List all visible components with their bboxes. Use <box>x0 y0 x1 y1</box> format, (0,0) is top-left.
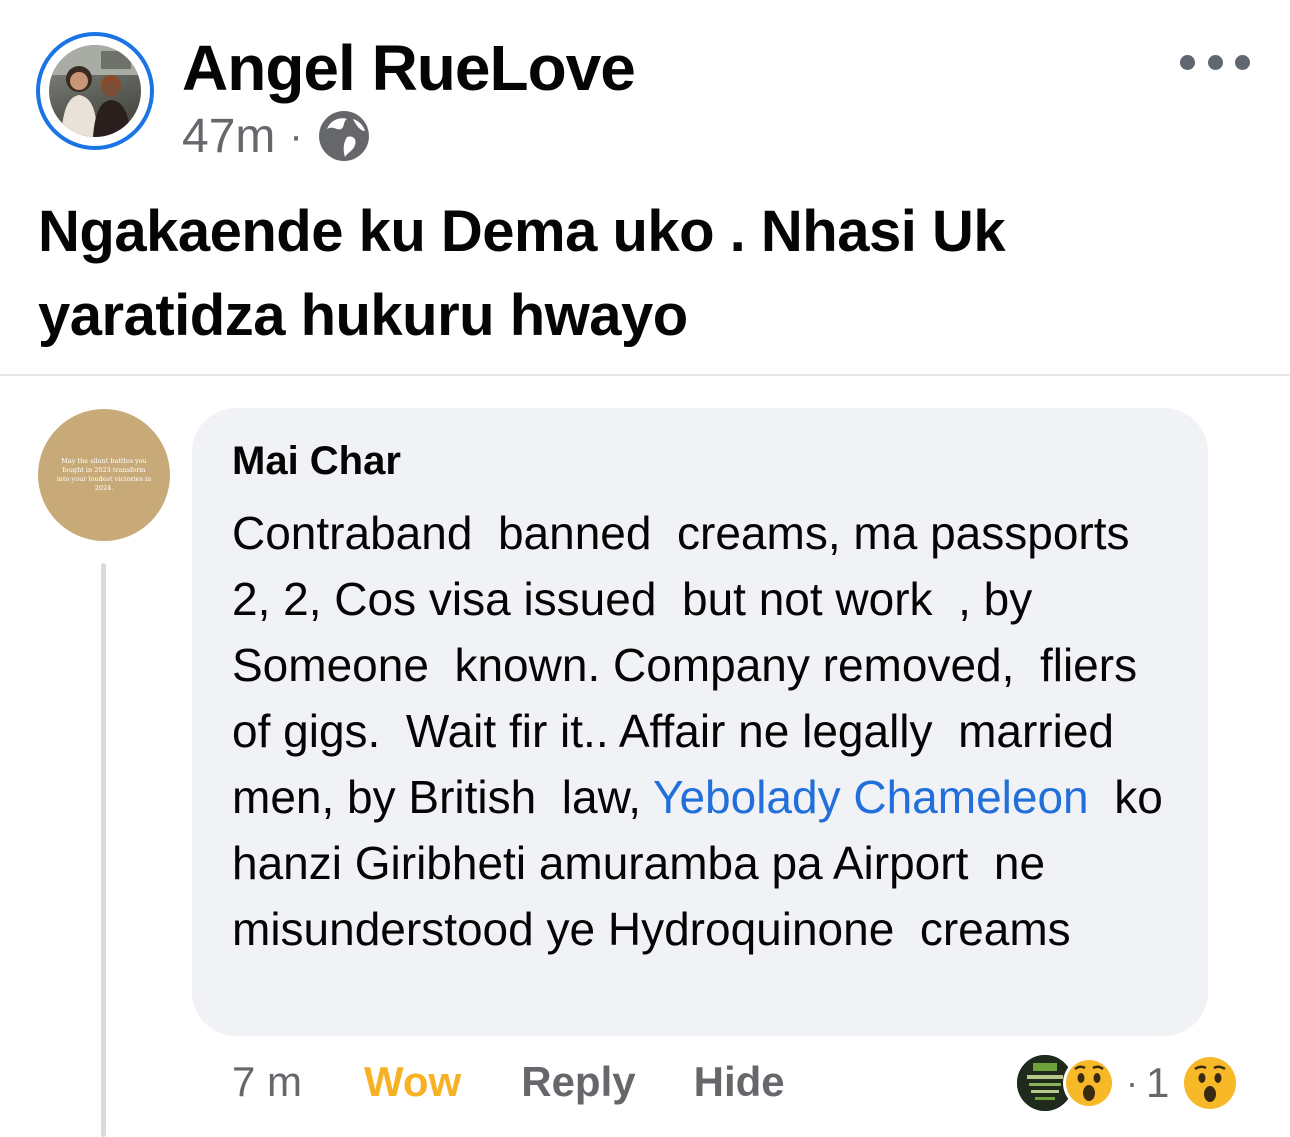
reaction-separator: · <box>1126 1062 1138 1103</box>
post-text: Ngakaende ku Dema uko . Nhasi Uk yaratid… <box>38 199 1006 348</box>
more-options-icon[interactable] <box>1180 44 1250 80</box>
reply-button[interactable]: Reply <box>521 1058 635 1106</box>
avatar-quote-text: May the silent battles you fought in 202… <box>56 457 152 492</box>
commenter-name[interactable]: Mai Char <box>232 438 1168 484</box>
divider <box>0 374 1290 376</box>
reaction-count: 1 <box>1146 1059 1170 1106</box>
wow-reaction-button[interactable]: Wow <box>364 1058 461 1106</box>
post-time[interactable]: 47m <box>182 109 275 164</box>
thread-line <box>101 563 106 1137</box>
mention-link[interactable]: Yebolady Chameleon <box>653 771 1089 823</box>
comment-bubble: Mai Char Contraband banned creams, ma pa… <box>192 408 1208 1036</box>
commenter-avatar[interactable]: May the silent battles you fought in 202… <box>38 409 170 541</box>
author-avatar-photo <box>49 45 141 137</box>
globe-icon <box>317 109 371 163</box>
comment-text: Contraband banned creams, ma passports 2… <box>232 500 1168 962</box>
comment-time[interactable]: 7 m <box>232 1058 302 1106</box>
more-dot <box>1207 54 1223 70</box>
author-avatar[interactable] <box>36 32 154 150</box>
post-author-name[interactable]: Angel RueLove <box>182 32 636 104</box>
hide-button[interactable]: Hide <box>694 1058 785 1106</box>
post-header: Angel RueLove 47m · <box>36 30 1256 163</box>
meta-separator: · <box>289 113 303 158</box>
wow-face-icon <box>1062 1056 1116 1110</box>
reaction-summary[interactable]: · 1 <box>1014 1048 1237 1118</box>
comment-actions: 7 m Wow Reply Hide <box>232 1054 785 1110</box>
more-dot <box>1235 54 1250 70</box>
wow-face-icon <box>1183 1056 1237 1110</box>
more-dot <box>1180 54 1195 70</box>
post-meta: 47m · <box>182 108 371 164</box>
